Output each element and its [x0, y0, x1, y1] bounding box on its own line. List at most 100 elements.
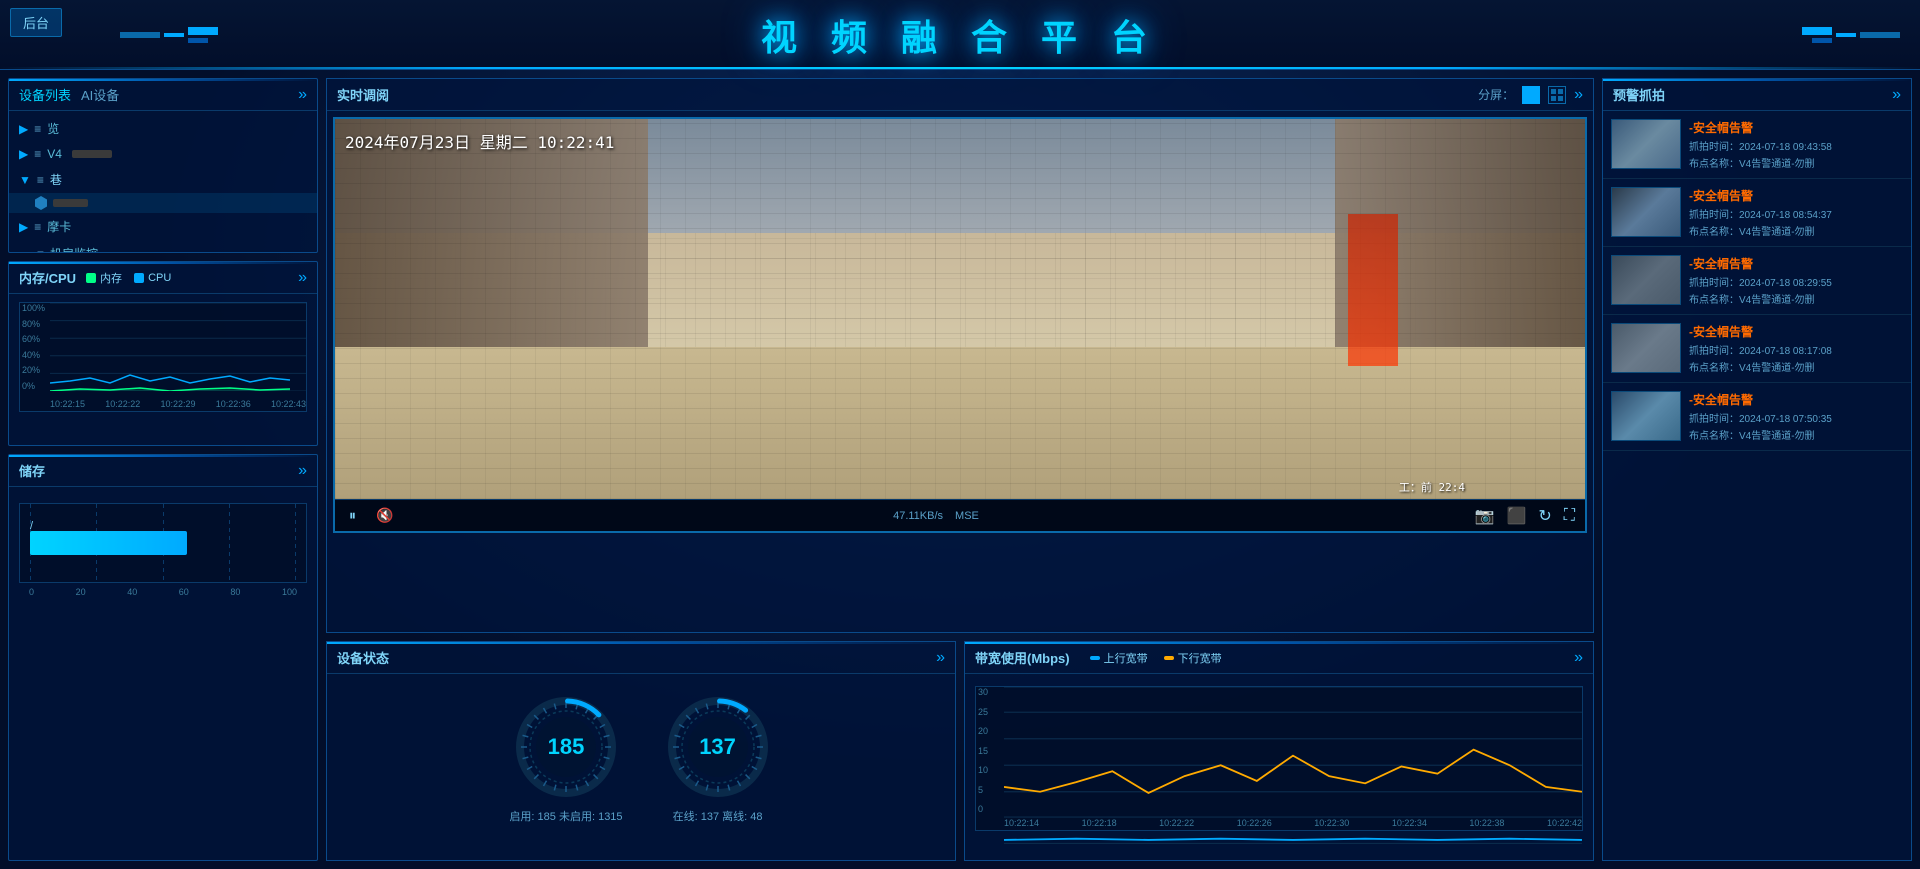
- alert-item-4[interactable]: -安全帽告警 抓拍时间：2024-07-18 08:17:08 布点名称：V4告…: [1603, 315, 1911, 383]
- alert-thumb-5: [1611, 391, 1681, 441]
- bandwidth-expand[interactable]: »: [1574, 649, 1583, 667]
- storage-content: / 0 20 40 60 80 100: [9, 487, 317, 605]
- record-button[interactable]: ⬛: [1506, 506, 1526, 526]
- video-title: 实时调阅: [337, 85, 389, 104]
- zoom-button[interactable]: ↻: [1538, 506, 1551, 526]
- memory-legend: 内存: [86, 270, 122, 286]
- device-item-browse[interactable]: ▶ ≡ 览: [9, 115, 317, 142]
- cpu-x-axis: 10:22:15 10:22:22 10:22:29 10:22:36 10:2…: [50, 399, 306, 409]
- alert-thumb-4: [1611, 323, 1681, 373]
- app-container: 后台 视 频 融 合 平 台 设备列表: [0, 0, 1920, 869]
- alert-location-2: 布点名称：V4告警通道-勿删: [1689, 223, 1903, 238]
- alert-expand[interactable]: »: [1892, 86, 1901, 104]
- alert-location-4: 布点名称：V4告警通道-勿删: [1689, 359, 1903, 374]
- video-quality: MSE: [955, 510, 979, 522]
- upload-legend: 上行宽带: [1090, 650, 1148, 666]
- device-item-moka[interactable]: ▶ ≡ 摩卡: [9, 213, 317, 240]
- video-scene: [335, 119, 1585, 499]
- alert-item-5[interactable]: -安全帽告警 抓拍时间：2024-07-18 07:50:35 布点名称：V4告…: [1603, 383, 1911, 451]
- deco-bar-2: [164, 33, 184, 37]
- video-controls-right: 分屏： »: [1478, 86, 1583, 104]
- storage-panel: 储存 » /: [8, 454, 318, 861]
- device-status-title: 设备状态: [337, 648, 389, 667]
- video-frame: 2024年07月23日 星期二 10:22:41 工：前 22:4: [335, 119, 1585, 499]
- grid-cell-4: [1558, 96, 1563, 101]
- back-button[interactable]: 后台: [10, 8, 62, 37]
- video-bottom-bar: ⏸ 🔇 47.11KB/s MSE 📷 ⬛ ↻ ⛶: [335, 499, 1585, 531]
- alert-time-2: 抓拍时间：2024-07-18 08:54:37: [1689, 206, 1903, 221]
- alert-header: 预警抓拍 »: [1603, 79, 1911, 111]
- memory-legend-dot: [86, 273, 96, 283]
- gauge-streams-value: 137: [699, 734, 736, 760]
- deco-bar-4: [1860, 32, 1900, 38]
- bandwidth-chart: 30 25 20 15 10 5 0: [975, 686, 1583, 831]
- device-sub-shield[interactable]: [9, 193, 317, 213]
- tab-device-list[interactable]: 设备列表: [19, 85, 71, 104]
- header-deco-left: [120, 27, 218, 43]
- device-item-alley[interactable]: ▼ ≡ 巷: [9, 166, 317, 193]
- pause-button[interactable]: ⏸: [345, 505, 360, 526]
- download-legend-dot: [1164, 656, 1174, 660]
- alert-list: -安全帽告警 抓拍时间：2024-07-18 09:43:58 布点名称：V4告…: [1603, 111, 1911, 860]
- device-item-camera[interactable]: — ≡ 机房监控: [9, 240, 317, 253]
- cpu-legend: CPU: [134, 272, 171, 284]
- left-panel: 设备列表 AI设备 » ▶ ≡ 览 ▶ ≡ V4: [8, 78, 318, 861]
- cpu-legend-label: CPU: [148, 272, 171, 284]
- tab-ai-device[interactable]: AI设备: [81, 85, 119, 104]
- alert-thumb-inner-5: [1612, 392, 1680, 440]
- page-title: 视 频 融 合 平 台: [761, 9, 1159, 61]
- header-line: [0, 67, 1920, 69]
- alert-time-5: 抓拍时间：2024-07-18 07:50:35: [1689, 410, 1903, 425]
- gauge-streams-label: 在线: 137 离线: 48: [673, 808, 763, 824]
- device-list-panel: 设备列表 AI设备 » ▶ ≡ 览 ▶ ≡ V4: [8, 78, 318, 253]
- device-list-expand[interactable]: »: [298, 86, 307, 104]
- video-timestamp: 2024年07月23日 星期二 10:22:41: [345, 129, 614, 153]
- alert-location-1: 布点名称：V4告警通道-勿删: [1689, 155, 1903, 170]
- alert-item-1[interactable]: -安全帽告警 抓拍时间：2024-07-18 09:43:58 布点名称：V4告…: [1603, 111, 1911, 179]
- header-deco-right: [1802, 27, 1900, 43]
- deco-bar-1: [120, 32, 160, 38]
- alert-location-5: 布点名称：V4告警通道-勿删: [1689, 427, 1903, 442]
- video-expand[interactable]: »: [1574, 86, 1583, 104]
- bandwidth-y-axis: 30 25 20 15 10 5 0: [978, 687, 988, 814]
- device-list-content: ▶ ≡ 览 ▶ ≡ V4 ▼ ≡ 巷: [9, 111, 317, 253]
- storage-path-label: /: [30, 520, 33, 532]
- grid-cell-2: [1558, 89, 1563, 94]
- device-status-expand[interactable]: »: [936, 649, 945, 667]
- alert-name-5: -安全帽告警: [1689, 391, 1903, 408]
- alert-item-3[interactable]: -安全帽告警 抓拍时间：2024-07-18 08:29:55 布点名称：V4告…: [1603, 247, 1911, 315]
- bandwidth-header: 带宽使用(Mbps) 上行宽带 下行宽带 »: [965, 642, 1593, 674]
- video-header: 实时调阅 分屏： »: [327, 79, 1593, 111]
- header-left: 后台: [10, 8, 62, 37]
- single-screen-button[interactable]: [1522, 86, 1540, 104]
- alert-info-3: -安全帽告警 抓拍时间：2024-07-18 08:29:55 布点名称：V4告…: [1689, 255, 1903, 306]
- cpu-memory-panel: 内存/CPU 内存 CPU »: [8, 261, 318, 446]
- cpu-panel-header: 内存/CPU 内存 CPU »: [9, 262, 317, 294]
- storage-expand[interactable]: »: [298, 462, 307, 480]
- alert-item-2[interactable]: -安全帽告警 抓拍时间：2024-07-18 08:54:37 布点名称：V4告…: [1603, 179, 1911, 247]
- alert-time-1: 抓拍时间：2024-07-18 09:43:58: [1689, 138, 1903, 153]
- alert-info-5: -安全帽告警 抓拍时间：2024-07-18 07:50:35 布点名称：V4告…: [1689, 391, 1903, 442]
- cpu-legend-dot: [134, 273, 144, 283]
- video-bottom-info: 工：前 22:4: [1399, 479, 1465, 495]
- gauge-streams: 137: [663, 692, 773, 802]
- alert-name-4: -安全帽告警: [1689, 323, 1903, 340]
- download-legend-label: 下行宽带: [1178, 650, 1222, 666]
- fullscreen-button[interactable]: ⛶: [1564, 507, 1575, 525]
- alert-thumb-inner-4: [1612, 324, 1680, 372]
- device-status-panel: 设备状态 »: [326, 641, 956, 861]
- cpu-panel-expand[interactable]: »: [298, 269, 307, 287]
- grid-screen-button[interactable]: [1548, 86, 1566, 104]
- mute-button[interactable]: 🔇: [372, 505, 397, 526]
- storage-x-axis: 0 20 40 60 80 100: [19, 583, 307, 597]
- alert-info-2: -安全帽告警 抓拍时间：2024-07-18 08:54:37 布点名称：V4告…: [1689, 187, 1903, 238]
- storage-header: 储存 »: [9, 455, 317, 487]
- storage-dashed-line-4: [229, 504, 230, 582]
- alert-name-3: -安全帽告警: [1689, 255, 1903, 272]
- device-item-v4[interactable]: ▶ ≡ V4: [9, 142, 317, 166]
- video-speed: 47.11KB/s: [893, 510, 943, 522]
- grid-cell-3: [1551, 96, 1556, 101]
- screenshot-button[interactable]: 📷: [1475, 506, 1495, 526]
- shield-icon: [35, 196, 47, 210]
- memory-legend-label: 内存: [100, 270, 122, 286]
